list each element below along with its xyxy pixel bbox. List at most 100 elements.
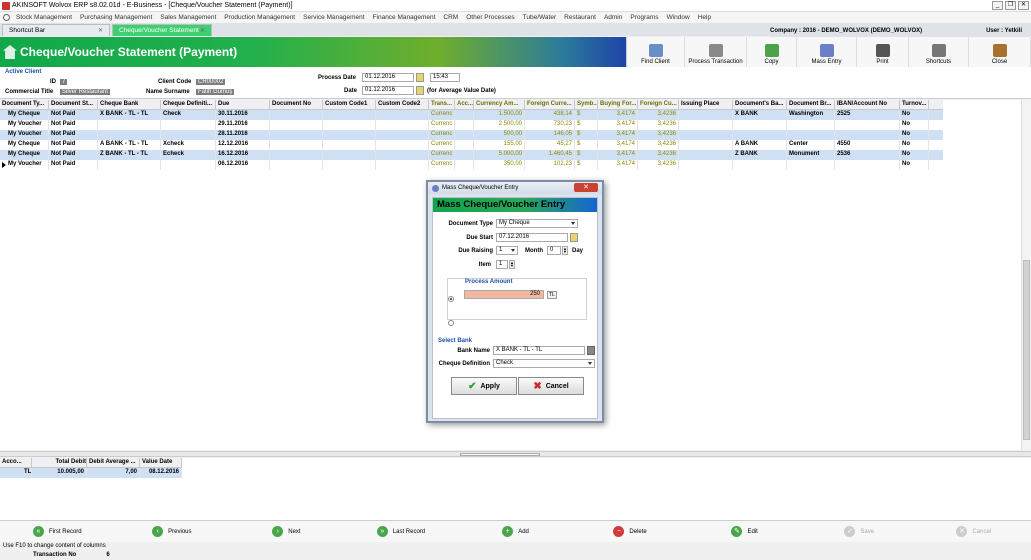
save-button[interactable]: ✓ Save (802, 521, 917, 542)
select-value: Check (496, 360, 514, 366)
tab-shortcut-bar[interactable]: Shortcut Bar ✕ (2, 24, 110, 36)
cheque-def-select[interactable]: Check (493, 359, 595, 368)
tab-cheque-voucher[interactable]: Cheque/Voucher Statement ✕ (112, 24, 212, 36)
month-stepper[interactable]: ▲ ▼ (562, 246, 568, 255)
splitter-grip[interactable] (460, 453, 540, 456)
column-header[interactable]: Turnov... (900, 100, 929, 109)
calendar-icon[interactable] (416, 86, 424, 95)
date-input[interactable]: 01.12.2016 (362, 86, 414, 95)
doc-type-select[interactable]: My Cheque (496, 219, 578, 228)
item-stepper[interactable]: ▲ ▼ (509, 260, 515, 269)
column-header[interactable]: Cheque Bank (98, 100, 161, 109)
cell: 3,4174 (598, 130, 638, 140)
button-label: Edit (747, 528, 758, 535)
column-header[interactable]: Foreign Cu... (638, 100, 679, 109)
menu-sales[interactable]: Sales Management (156, 14, 220, 21)
menu-admin[interactable]: Admin (600, 14, 626, 21)
column-header[interactable]: Cheque Definiti... (161, 100, 216, 109)
table-row[interactable]: My VoucherNot Paid 28.11.2016 Currenc OC 50… (0, 130, 943, 140)
shortcuts-button[interactable]: Shortcuts (909, 37, 969, 67)
cell (455, 120, 474, 130)
column-header[interactable]: Custom Code2 (376, 100, 429, 109)
menu-programs[interactable]: Programs (626, 14, 662, 21)
column-header[interactable]: Document Ty... (0, 100, 49, 109)
mass-entry-button[interactable]: Mass Entry (797, 37, 857, 67)
search-icon[interactable] (587, 346, 595, 355)
column-header[interactable]: Buying For... (598, 100, 638, 109)
process-time-input[interactable]: 15:43 (430, 73, 460, 82)
column-header[interactable]: Value Date (140, 458, 182, 467)
table-row[interactable]: My Cheque Not Paid X BANK - TL - TL Check 30… (0, 110, 943, 120)
column-header[interactable]: Due (216, 100, 270, 109)
column-header[interactable]: Document St... (49, 100, 98, 109)
menu-finance[interactable]: Finance Management (369, 14, 440, 21)
panel-splitter[interactable] (0, 451, 1031, 457)
minimize-button[interactable]: _ (992, 1, 1003, 10)
column-header[interactable]: Currency Am... (474, 100, 525, 109)
column-header[interactable]: Debit Average ... (87, 458, 140, 467)
column-header[interactable]: IBAN/Account No (835, 100, 900, 109)
column-header[interactable]: Custom Code1 (323, 100, 376, 109)
first-record-button[interactable]: « First Record (0, 521, 115, 542)
menu-other[interactable]: Other Processes (462, 14, 518, 21)
calendar-icon[interactable] (416, 73, 424, 82)
add-button[interactable]: + Add (458, 521, 573, 542)
apply-button[interactable]: ✔ Apply (451, 377, 517, 395)
menu-tube-water[interactable]: Tube/Water (519, 14, 560, 21)
menu-restaurant[interactable]: Restaurant (560, 14, 600, 21)
edit-button[interactable]: ✎ Edit (687, 521, 802, 542)
menu-production[interactable]: Production Management (220, 14, 299, 21)
column-header[interactable]: Trans... (429, 100, 455, 109)
process-amount-input[interactable]: 250 (464, 290, 544, 299)
previous-button[interactable]: ‹ Previous (115, 521, 230, 542)
copy-button[interactable]: Copy (747, 37, 797, 67)
dialog-close-button[interactable]: ✕ (574, 183, 598, 192)
table-row[interactable]: My Cheque Not Paid Z BANK - TL - TL Echeck 1… (0, 150, 943, 160)
menu-stock[interactable]: Stock Management (12, 14, 76, 21)
menu-service[interactable]: Service Management (299, 14, 368, 21)
print-button[interactable]: Print (857, 37, 909, 67)
item-input[interactable]: 1 (496, 260, 508, 269)
table-row[interactable]: My VoucherNot Paid 29.11.2016 Currenc OC 2.… (0, 120, 943, 130)
calendar-icon[interactable] (570, 233, 578, 242)
system-menu-icon[interactable] (3, 14, 10, 21)
menu-crm[interactable]: CRM (439, 14, 462, 21)
summary-row[interactable]: TL 10.005,00 7,00 08.12.2016 (0, 468, 182, 478)
process-transaction-button[interactable]: Process Transaction (685, 37, 747, 67)
close-window-button[interactable]: ✕ (1018, 1, 1029, 10)
cancel-dialog-button[interactable]: ✖ Cancel (518, 377, 584, 395)
month-input[interactable]: 0 (547, 246, 561, 255)
menu-window[interactable]: Window (663, 14, 694, 21)
find-client-button[interactable]: Find Client (627, 37, 685, 67)
column-header[interactable]: Issuing Place (679, 100, 733, 109)
column-header[interactable]: Symb... (575, 100, 598, 109)
column-header[interactable]: Foreign Curre... (525, 100, 575, 109)
table-row[interactable]: My VoucherNot Paid 06.12.2016 Currenc OC 35… (0, 160, 943, 170)
close-icon[interactable]: ✕ (98, 27, 103, 34)
due-start-input[interactable]: 07.12.2016 (496, 233, 568, 242)
grid-scrollbar[interactable] (1021, 100, 1031, 450)
next-button[interactable]: › Next (229, 521, 344, 542)
column-header[interactable]: Acco... (0, 458, 32, 467)
restore-button[interactable]: ❐ (1005, 1, 1016, 10)
close-icon[interactable]: ✕ (200, 27, 205, 34)
delete-button[interactable]: − Delete (573, 521, 688, 542)
table-row[interactable]: My Cheque Not Paid A BANK - TL - TL Xcheck 1… (0, 140, 943, 150)
process-date-input[interactable]: 01.12.2016 (362, 73, 414, 82)
close-button[interactable]: Close (969, 37, 1031, 67)
menu-purchasing[interactable]: Purchasing Management (76, 14, 156, 21)
column-header[interactable]: Total Debit (32, 458, 87, 467)
column-header[interactable]: Document No (270, 100, 323, 109)
alt-radio[interactable] (448, 320, 454, 326)
currency-badge[interactable]: TL (547, 291, 557, 299)
scrollbar-thumb[interactable] (1023, 260, 1030, 440)
last-record-button[interactable]: » Last Record (344, 521, 459, 542)
due-raising-select[interactable]: 1 (496, 246, 518, 255)
cancel-button[interactable]: ✕ Cancel (917, 521, 1031, 542)
column-header[interactable]: Document's Ba... (733, 100, 787, 109)
column-header[interactable]: Acc... (455, 100, 474, 109)
column-header[interactable]: Document Br... (787, 100, 835, 109)
bank-name-input[interactable]: X BANK - TL - TL (493, 346, 585, 355)
amount-radio[interactable] (448, 296, 454, 302)
menu-help[interactable]: Help (694, 14, 715, 21)
